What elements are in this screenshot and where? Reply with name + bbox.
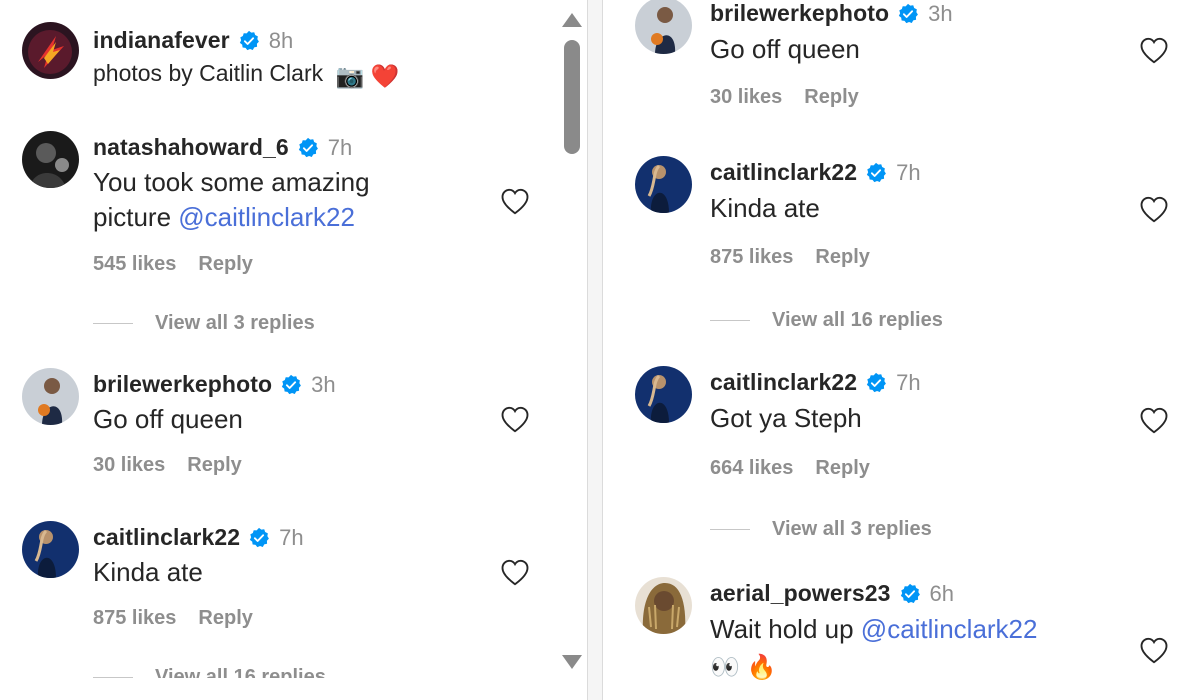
comment-username[interactable]: brilewerkephoto: [710, 0, 889, 27]
scroll-up-arrow-icon[interactable]: [560, 10, 584, 30]
eyes-fire-emoji: 👀 🔥: [710, 654, 777, 681]
panel-divider: [588, 0, 602, 700]
comment-username[interactable]: caitlinclark22: [710, 159, 857, 186]
fever-logo-avatar: [22, 22, 79, 79]
heart-outline-icon[interactable]: [1139, 195, 1169, 223]
avatar[interactable]: [22, 521, 79, 578]
reply-button[interactable]: Reply: [187, 454, 241, 477]
caitlin-avatar-image: [635, 366, 692, 423]
scroll-down-arrow-icon[interactable]: [560, 652, 584, 672]
bri-avatar-image: [22, 368, 79, 425]
reply-button[interactable]: Reply: [815, 457, 869, 480]
caitlin-avatar-image: [22, 521, 79, 578]
scrollbar-thumb[interactable]: [564, 40, 580, 154]
reply-button[interactable]: Reply: [815, 246, 869, 269]
comment-text-line2: picture @caitlinclark22: [93, 200, 355, 235]
likes-count[interactable]: 545 likes: [93, 253, 176, 276]
comment-text: Go off queen: [710, 34, 860, 64]
avatar[interactable]: [635, 156, 692, 213]
avatar[interactable]: [22, 22, 79, 79]
verified-badge-icon: [248, 527, 270, 549]
avatar[interactable]: [635, 0, 692, 54]
verified-badge-icon: [899, 583, 921, 605]
comment-username[interactable]: aerial_powers23: [710, 580, 891, 607]
heart-outline-icon[interactable]: [1139, 406, 1169, 434]
natasha-avatar-image: [22, 131, 79, 188]
replies-divider-line: [93, 323, 133, 324]
mention-link[interactable]: @caitlinclark22: [861, 614, 1038, 644]
likes-count[interactable]: 875 likes: [93, 607, 176, 630]
vertical-scrollbar[interactable]: [558, 0, 587, 700]
camera-heart-emoji: 📷 ❤️: [335, 63, 400, 89]
likes-count[interactable]: 664 likes: [710, 457, 793, 480]
comment-timestamp[interactable]: 8h: [269, 28, 293, 54]
view-replies-button[interactable]: View all 16 replies: [710, 309, 943, 332]
comment-timestamp[interactable]: 3h: [311, 372, 335, 398]
panel-bottom-edge: [603, 686, 1200, 700]
comment-timestamp[interactable]: 7h: [896, 160, 920, 186]
reply-button[interactable]: Reply: [804, 86, 858, 109]
view-replies-label: View all 3 replies: [155, 312, 315, 334]
likes-count[interactable]: 30 likes: [93, 454, 165, 477]
verified-badge-icon: [897, 3, 919, 25]
comment-timestamp[interactable]: 7h: [279, 525, 303, 551]
bri-avatar-image: [635, 0, 692, 54]
verified-badge-icon: [280, 374, 302, 396]
view-replies-label: View all 3 replies: [772, 518, 932, 540]
verified-badge-icon: [297, 137, 319, 159]
avatar[interactable]: [22, 131, 79, 188]
comment-text: Go off queen: [93, 404, 243, 434]
replies-divider-line: [710, 320, 750, 321]
reply-button[interactable]: Reply: [198, 607, 252, 630]
comment-text: Got ya Steph: [710, 403, 862, 433]
panel-bottom-edge: [0, 678, 587, 700]
comment-username[interactable]: brilewerkephoto: [93, 371, 272, 398]
mention-link[interactable]: @caitlinclark22: [178, 202, 355, 232]
comment-text: Wait hold up @caitlinclark22: [710, 612, 1037, 647]
comment-text-body: photos by Caitlin Clark: [93, 60, 324, 86]
heart-outline-icon[interactable]: [1139, 636, 1169, 664]
view-replies-label: View all 16 replies: [772, 309, 943, 331]
avatar[interactable]: [635, 577, 692, 634]
right-comments-panel: brilewerkephoto 3h Go off queen 30 likes…: [602, 0, 1200, 700]
comment-username[interactable]: indianafever: [93, 27, 230, 54]
view-replies-button[interactable]: View all 3 replies: [710, 518, 932, 541]
comment-username[interactable]: natashahoward_6: [93, 134, 289, 161]
aerial-avatar-image: [635, 577, 692, 634]
caitlin-avatar-image: [635, 156, 692, 213]
comment-text-line1: You took some amazing: [93, 167, 370, 197]
heart-outline-icon[interactable]: [500, 187, 530, 215]
comment-timestamp[interactable]: 7h: [896, 370, 920, 396]
likes-count[interactable]: 30 likes: [710, 86, 782, 109]
verified-badge-icon: [238, 30, 260, 52]
verified-badge-icon: [865, 162, 887, 184]
view-replies-button[interactable]: View all 3 replies: [93, 312, 315, 335]
comment-text-body: Wait hold up: [710, 614, 861, 644]
left-comments-panel: indianafever 8h photos by Caitlin Clark …: [0, 0, 588, 700]
comment-text: photos by Caitlin Clark 📷 ❤️: [93, 56, 399, 94]
heart-outline-icon[interactable]: [500, 558, 530, 586]
replies-divider-line: [710, 529, 750, 530]
comment-text: Kinda ate: [710, 193, 820, 223]
comment-text-body: picture: [93, 202, 179, 232]
reply-button[interactable]: Reply: [198, 253, 252, 276]
verified-badge-icon: [865, 372, 887, 394]
comment-timestamp[interactable]: 3h: [928, 1, 952, 27]
comment-timestamp[interactable]: 6h: [930, 581, 954, 607]
comment-username[interactable]: caitlinclark22: [710, 369, 857, 396]
likes-count[interactable]: 875 likes: [710, 246, 793, 269]
heart-outline-icon[interactable]: [500, 405, 530, 433]
avatar[interactable]: [22, 368, 79, 425]
comment-text: Kinda ate: [93, 557, 203, 587]
comment-timestamp[interactable]: 7h: [328, 135, 352, 161]
avatar[interactable]: [635, 366, 692, 423]
comment-username[interactable]: caitlinclark22: [93, 524, 240, 551]
heart-outline-icon[interactable]: [1139, 36, 1169, 64]
